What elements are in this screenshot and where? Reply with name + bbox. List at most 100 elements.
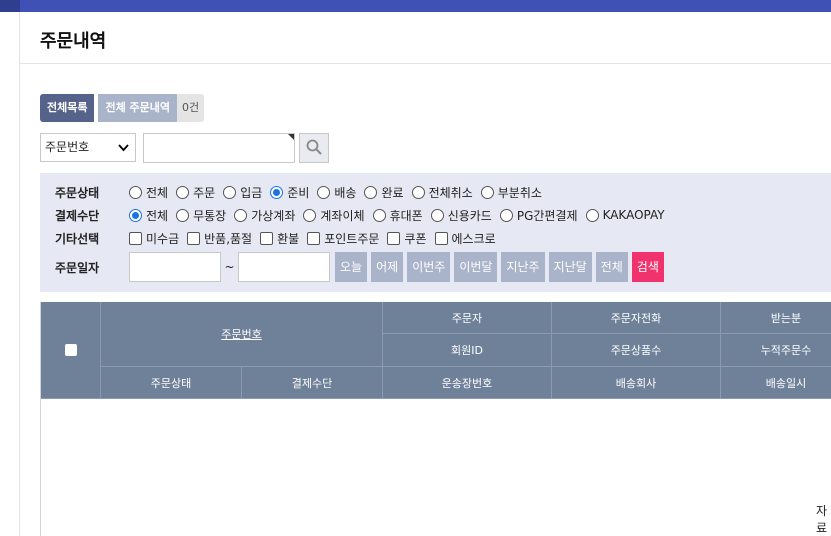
etc-option[interactable]: 에스크로 bbox=[434, 230, 496, 247]
search-field-select[interactable]: 주문번호 bbox=[40, 133, 136, 162]
header-orderer-phone: 주문자전화 bbox=[552, 302, 721, 334]
option-label: 포인트주문 bbox=[324, 231, 380, 246]
radio-button-checked[interactable] bbox=[270, 185, 284, 199]
header-receiver: 받는분 bbox=[721, 302, 831, 334]
quick-last-month-button[interactable]: 지난달 bbox=[548, 252, 592, 282]
list-tabs: 전체목록 전체 주문내역 0건 bbox=[40, 94, 205, 122]
header-payment-method: 결제수단 bbox=[242, 367, 383, 399]
left-sidebar-rail bbox=[0, 12, 20, 536]
quick-last-week-button[interactable]: 지난주 bbox=[501, 252, 545, 282]
radio-button[interactable] bbox=[303, 208, 317, 222]
status-option[interactable]: 완료 bbox=[364, 184, 404, 201]
etc-option[interactable]: 환불 bbox=[260, 230, 299, 247]
checkbox[interactable] bbox=[387, 231, 401, 245]
radio-button[interactable] bbox=[480, 185, 494, 199]
date-separator: ~ bbox=[224, 260, 235, 274]
payment-option[interactable]: 가상계좌 bbox=[234, 207, 295, 224]
status-option[interactable]: 부분취소 bbox=[480, 184, 542, 201]
etc-option[interactable]: 쿠폰 bbox=[387, 230, 427, 247]
radio-button[interactable] bbox=[176, 208, 190, 222]
date-to-input[interactable] bbox=[238, 252, 330, 282]
filter-panel: 주문상태 전체 주문 입금 준비 배송 완료 전체취소 부분취소 결제수단 전체… bbox=[40, 173, 831, 292]
radio-button[interactable] bbox=[317, 185, 331, 199]
payment-option[interactable]: 무통장 bbox=[176, 207, 226, 224]
payment-option[interactable]: KAKAOPAY bbox=[585, 208, 665, 222]
option-label: PG간편결제 bbox=[516, 208, 578, 223]
status-option[interactable]: 준비 bbox=[270, 184, 309, 201]
status-option[interactable]: 입금 bbox=[223, 184, 262, 201]
option-label: 완료 bbox=[381, 185, 404, 200]
etc-option[interactable]: 반품,품절 bbox=[187, 230, 252, 247]
search-icon bbox=[306, 139, 322, 158]
filter-search-button[interactable]: 검색 bbox=[631, 252, 664, 282]
top-bar bbox=[0, 0, 831, 12]
header-order-no[interactable]: 주문번호 bbox=[101, 302, 383, 367]
top-bar-corner bbox=[0, 0, 20, 12]
option-label: 전체 bbox=[146, 208, 169, 223]
checkbox[interactable] bbox=[434, 231, 448, 245]
checkbox[interactable] bbox=[187, 231, 201, 245]
filter-row-payment: 결제수단 전체 무통장 가상계좌 계좌이체 휴대폰 신용카드 PG간편결제 KA… bbox=[55, 206, 673, 224]
quick-yesterday-button[interactable]: 어제 bbox=[371, 252, 404, 282]
radio-button[interactable] bbox=[499, 208, 513, 222]
tab-all-orders[interactable]: 전체 주문내역 bbox=[98, 94, 178, 122]
radio-button[interactable] bbox=[234, 208, 248, 222]
option-label: 신용카드 bbox=[447, 208, 492, 223]
etc-option[interactable]: 미수금 bbox=[129, 230, 179, 247]
option-label: 전체 bbox=[146, 185, 169, 200]
status-option[interactable]: 전체 bbox=[129, 184, 168, 201]
radio-button[interactable] bbox=[430, 208, 444, 222]
checkbox[interactable] bbox=[260, 231, 274, 245]
search-input[interactable] bbox=[143, 133, 295, 163]
date-from-input[interactable] bbox=[129, 252, 221, 282]
radio-button-checked[interactable] bbox=[129, 208, 142, 222]
header-ship-date: 배송일시 bbox=[721, 367, 831, 399]
quick-this-month-button[interactable]: 이번달 bbox=[454, 252, 498, 282]
radio-button[interactable] bbox=[411, 185, 425, 199]
option-label: 부분취소 bbox=[497, 185, 542, 200]
order-count-badge: 0건 bbox=[177, 94, 205, 122]
payment-option[interactable]: 신용카드 bbox=[430, 207, 492, 224]
option-label: 가상계좌 bbox=[251, 208, 296, 223]
quick-all-button[interactable]: 전체 bbox=[595, 252, 628, 282]
search-bar: 주문번호 bbox=[40, 133, 329, 163]
tab-all-list[interactable]: 전체목록 bbox=[40, 94, 95, 122]
status-option[interactable]: 주문 bbox=[176, 184, 215, 201]
option-label: 반품,품절 bbox=[204, 231, 253, 246]
radio-button[interactable] bbox=[176, 185, 190, 199]
checkbox[interactable] bbox=[129, 231, 142, 245]
filter-label-status: 주문상태 bbox=[55, 185, 100, 200]
resize-corner-icon bbox=[288, 134, 294, 140]
etc-option[interactable]: 포인트주문 bbox=[307, 230, 379, 247]
radio-button[interactable] bbox=[129, 185, 142, 199]
search-button[interactable] bbox=[299, 133, 329, 163]
select-all-checkbox[interactable] bbox=[64, 344, 77, 356]
header-tracking-no: 운송장번호 bbox=[383, 367, 552, 399]
filter-row-date: 주문일자 ~ 오늘 어제 이번주 이번달 지난주 지난달 전체 검색 bbox=[55, 252, 664, 282]
payment-option[interactable]: 전체 bbox=[129, 207, 168, 224]
search-field-selected: 주문번호 bbox=[45, 140, 90, 154]
header-orderer: 주문자 bbox=[383, 302, 552, 334]
radio-button[interactable] bbox=[585, 208, 599, 222]
header-cumulative-orders: 누적주문수 bbox=[721, 334, 831, 367]
status-option[interactable]: 배송 bbox=[317, 184, 356, 201]
option-label: 전체취소 bbox=[428, 185, 473, 200]
quick-this-week-button[interactable]: 이번주 bbox=[407, 252, 451, 282]
filter-row-etc: 기타선택 미수금 반품,품절 환불 포인트주문 쿠폰 에스크로 bbox=[55, 229, 504, 247]
checkbox[interactable] bbox=[307, 231, 321, 245]
payment-option[interactable]: PG간편결제 bbox=[499, 207, 578, 224]
option-label: 배송 bbox=[334, 185, 357, 200]
payment-option[interactable]: 계좌이체 bbox=[303, 207, 365, 224]
header-select-all bbox=[41, 302, 101, 399]
chevron-down-icon bbox=[118, 134, 129, 171]
option-label: 환불 bbox=[277, 231, 300, 246]
radio-button[interactable] bbox=[364, 185, 378, 199]
radio-button[interactable] bbox=[223, 185, 237, 199]
radio-button[interactable] bbox=[372, 208, 386, 222]
payment-option[interactable]: 휴대폰 bbox=[372, 207, 423, 224]
option-label: 무통장 bbox=[193, 208, 227, 223]
option-label: 계좌이체 bbox=[320, 208, 365, 223]
quick-today-button[interactable]: 오늘 bbox=[335, 252, 368, 282]
status-option[interactable]: 전체취소 bbox=[411, 184, 473, 201]
filter-label-date: 주문일자 bbox=[55, 260, 100, 275]
